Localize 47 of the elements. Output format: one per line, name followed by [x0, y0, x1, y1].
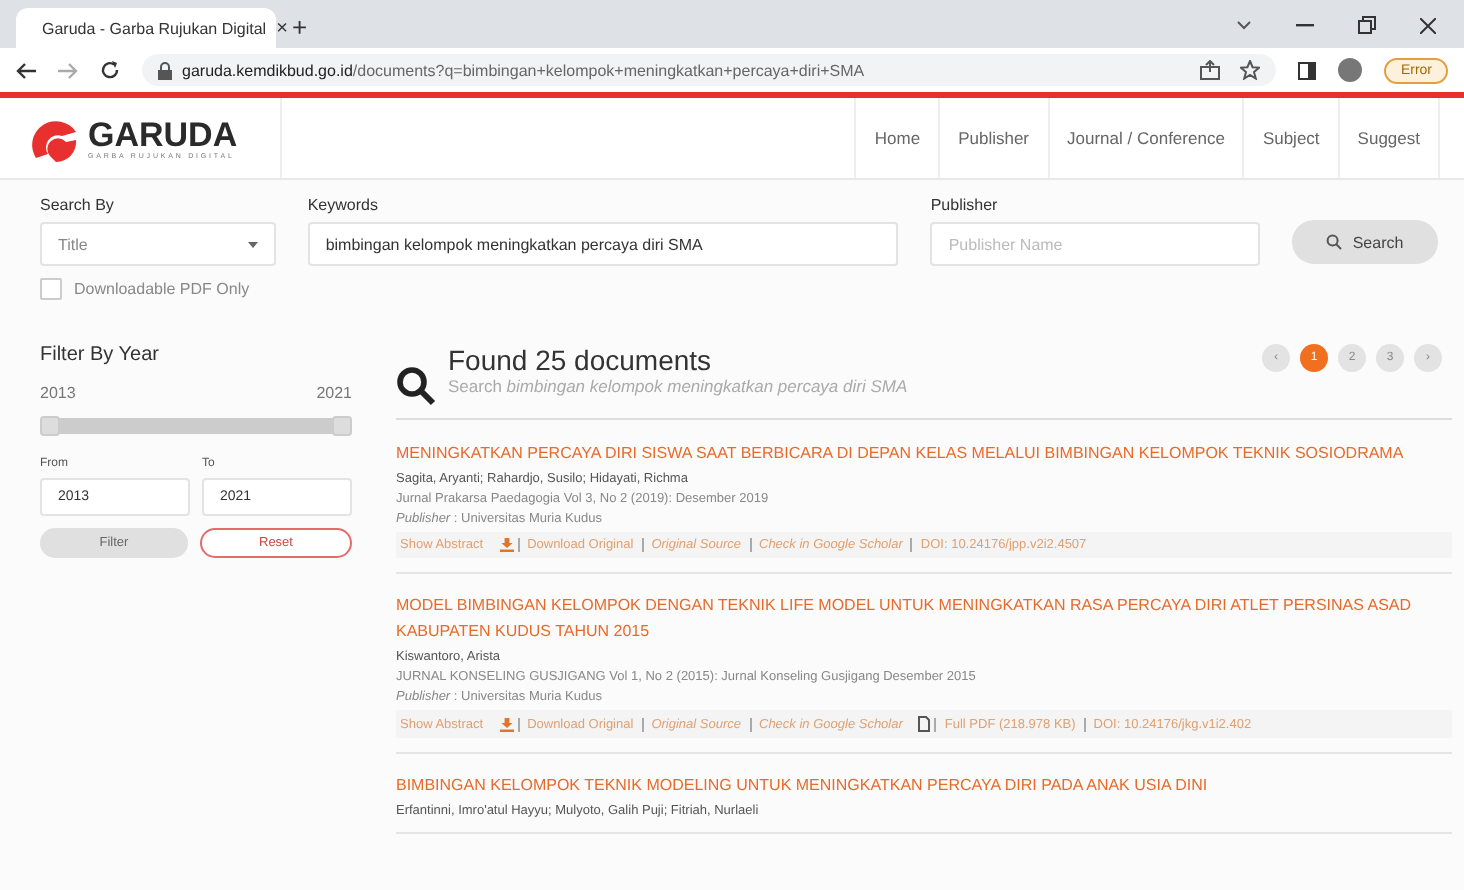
download-icon	[499, 538, 514, 552]
search-icon	[396, 366, 436, 406]
min-year: 2013	[40, 384, 76, 402]
field-label: Search By	[40, 196, 116, 214]
nav-link[interactable]: Subject	[1242, 98, 1338, 178]
sidebar-icon[interactable]	[1298, 61, 1317, 79]
close-icon[interactable]	[1420, 17, 1436, 33]
lock-icon	[158, 61, 172, 79]
nav-link[interactable]: Suggest	[1337, 98, 1440, 178]
year-range-slider[interactable]	[40, 418, 352, 434]
profile-avatar-icon[interactable]	[1338, 58, 1363, 82]
result-title-link[interactable]: MODEL BIMBINGAN KELOMPOK DENGAN TEKNIK LIFE MODEL UNTUK MENINGKATKAN RASA PERCAYA DIRI ATLET PERSINAS ASAD KABUPATEN KUDUS TAHUN 2015	[396, 592, 1452, 644]
address-field[interactable]: garuda.kemdikbud.go.id/documents?q=bimbingan+kelompok+meningkatkan+percaya+diri+SMA	[142, 54, 1277, 86]
star-icon[interactable]	[1240, 60, 1261, 80]
max-year: 2021	[316, 384, 352, 402]
result-title-link[interactable]: BIMBINGAN KELOMPOK TEKNIK MODELING UNTUK MENINGKATKAN PERCAYA DIRI PADA ANAK USIA DINI	[396, 772, 1452, 798]
checkbox[interactable]	[40, 278, 62, 300]
nav-link[interactable]: Home	[854, 98, 939, 178]
tab-title: Garuda - Garba Rujukan Digital	[42, 19, 267, 37]
nav-link[interactable]: Journal / Conference	[1047, 98, 1243, 178]
reload-icon[interactable]	[100, 60, 120, 80]
publisher-field[interactable]: Publisher Name	[930, 222, 1261, 266]
chevron-down-icon[interactable]	[1236, 19, 1252, 31]
new-tab-button[interactable]: +	[292, 12, 308, 48]
slider-handle[interactable]	[332, 416, 352, 436]
checkbox-label: Downloadable PDF Only	[74, 280, 250, 298]
result-title-link[interactable]: MENINGKATKAN PERCAYA DIRI SISWA SAAT BERBICARA DI DEPAN KELAS MELALUI BIMBINGAN KELOMPOK TEKNIK SOSIODRAMA	[396, 440, 1452, 466]
back-arrow-icon[interactable]	[16, 61, 36, 79]
logo-wordmark: GARUDA	[88, 117, 238, 151]
filter-title: Filter By Year	[40, 344, 161, 366]
close-tab-button[interactable]: ×	[276, 17, 288, 39]
restore-icon[interactable]	[1358, 16, 1376, 34]
search-icon	[1326, 234, 1343, 250]
document-icon	[918, 716, 931, 732]
caret-icon	[247, 241, 258, 247]
search-button[interactable]: Search	[1292, 220, 1438, 264]
search-by-dropdown[interactable]: Title	[40, 222, 276, 266]
minimize-icon[interactable]	[1296, 23, 1314, 27]
field-label: Publisher	[930, 196, 1000, 214]
nav-link[interactable]: Publisher	[938, 98, 1048, 178]
slider-handle[interactable]	[40, 416, 60, 436]
keywords-field[interactable]: bimbingan kelompok meningkatkan percaya diri SMA	[307, 222, 899, 266]
field-label: Keywords	[307, 196, 380, 214]
search-summary: Search bimbingan kelompok meningkatkan percaya diri SMA	[448, 376, 910, 396]
results-count-heading: Found 25 documents	[448, 344, 714, 376]
download-icon	[499, 717, 514, 731]
share-icon[interactable]	[1200, 60, 1221, 80]
